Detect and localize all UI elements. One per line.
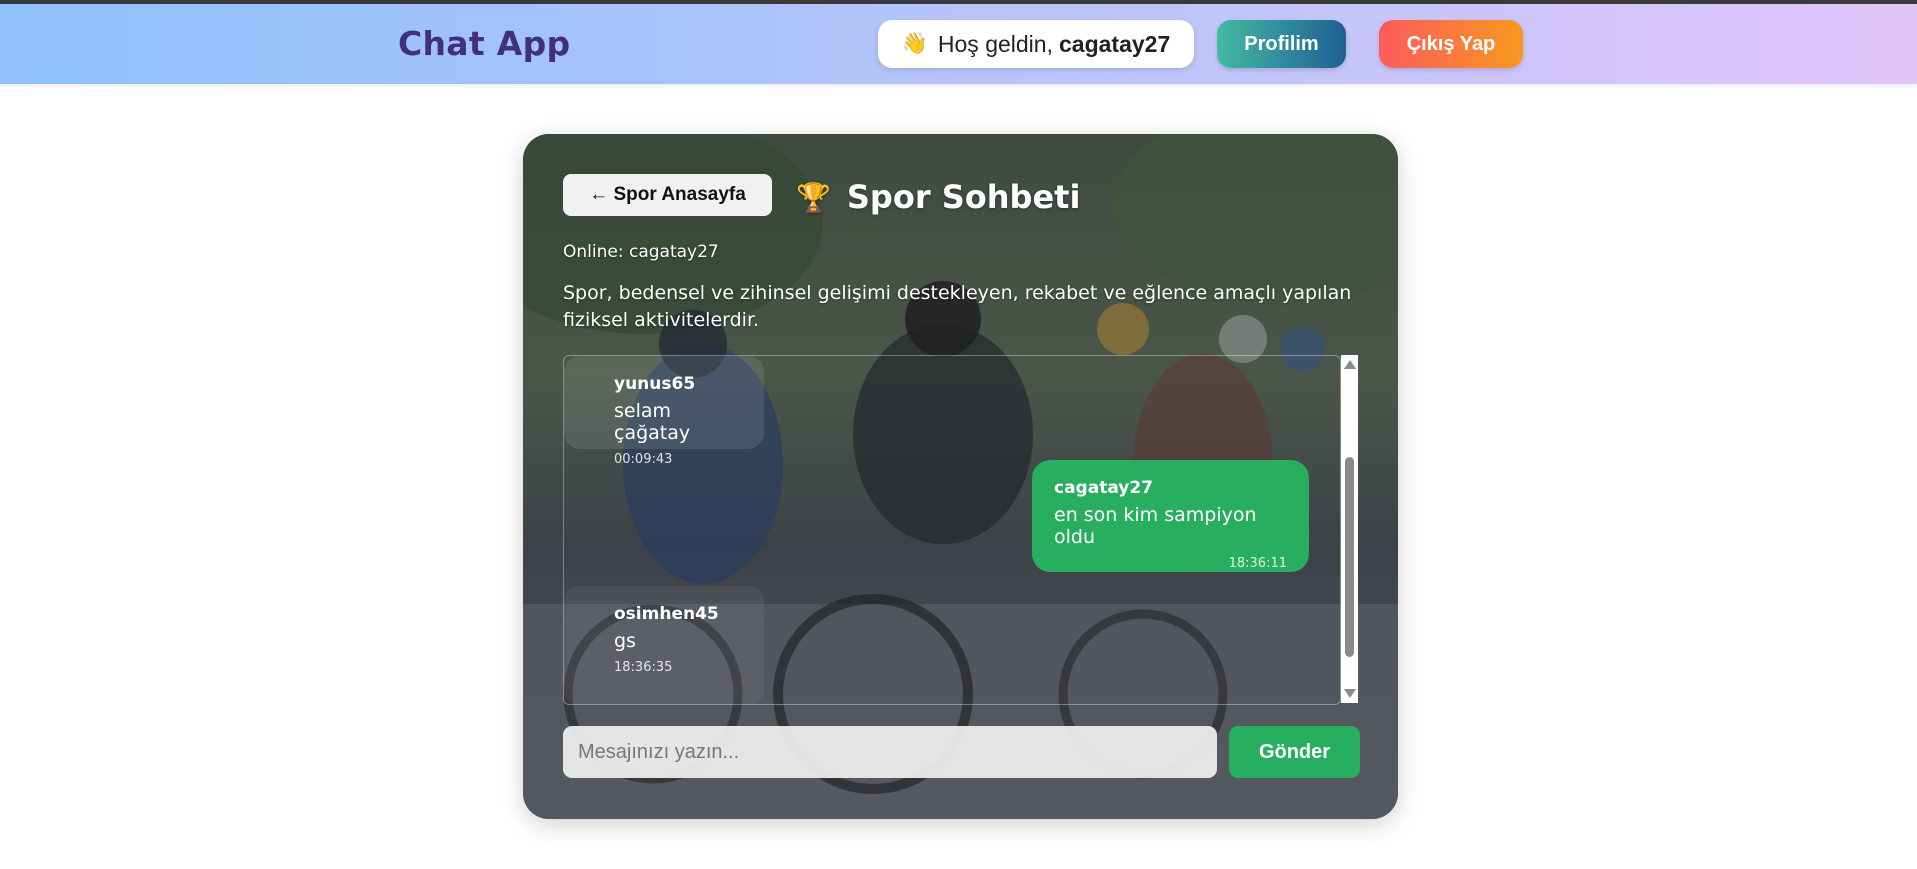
scroll-up-arrow-icon[interactable] — [1344, 360, 1356, 369]
message-text: gs — [614, 630, 636, 652]
message-bubble-outgoing: cagatay27 en son kim sampiyon oldu 18:36… — [1032, 460, 1309, 572]
message-author: cagatay27 — [1054, 478, 1154, 498]
logout-button[interactable]: Çıkış Yap — [1379, 20, 1523, 68]
message-author: osimhen45 — [614, 604, 719, 624]
welcome-username: cagatay27 — [1058, 30, 1171, 57]
scroll-down-arrow-icon[interactable] — [1344, 689, 1356, 698]
room-title-text: Spor Sohbeti — [846, 178, 1081, 216]
message-text: en son kim sampiyon oldu — [1054, 504, 1257, 548]
welcome-text: Hoş geldin, — [937, 30, 1053, 57]
navbar: Chat App 👋 Hoş geldin, cagatay27 Profili… — [0, 4, 1917, 84]
message-author: yunus65 — [614, 374, 696, 394]
welcome-badge: 👋 Hoş geldin, cagatay27 — [878, 20, 1194, 68]
message-time: 00:09:43 — [614, 452, 673, 467]
back-to-sports-home-button[interactable]: ← Spor Anasayfa — [563, 174, 772, 216]
message-time: 18:36:35 — [614, 660, 673, 675]
profile-button[interactable]: Profilim — [1217, 20, 1346, 68]
send-button[interactable]: Gönder — [1229, 726, 1360, 778]
message-input[interactable] — [563, 726, 1217, 778]
message-list[interactable]: yunus65 selam çağatay 00:09:43 cagatay27… — [563, 355, 1341, 705]
message-bubble-incoming: yunus65 selam çağatay 00:09:43 — [564, 356, 764, 467]
message-time: 18:36:11 — [1228, 556, 1287, 571]
brand-logo[interactable]: Chat App — [398, 24, 570, 63]
scrollbar-thumb[interactable] — [1345, 457, 1354, 657]
chat-room-card: ← Spor Anasayfa 🏆 Spor Sohbeti Online: c… — [523, 134, 1398, 819]
message-list-scrollbar[interactable] — [1341, 355, 1358, 703]
message-bubble-incoming: osimhen45 gs 18:36:35 — [564, 586, 764, 704]
room-description: Spor, bedensel ve zihinsel gelişimi dest… — [563, 282, 1352, 331]
waving-hand-icon: 👋 — [901, 32, 928, 55]
online-users: Online: cagatay27 — [563, 242, 719, 262]
trophy-icon: 🏆 — [796, 180, 831, 214]
message-text: selam çağatay — [614, 400, 691, 444]
room-title: 🏆 Spor Sohbeti — [796, 174, 1080, 220]
